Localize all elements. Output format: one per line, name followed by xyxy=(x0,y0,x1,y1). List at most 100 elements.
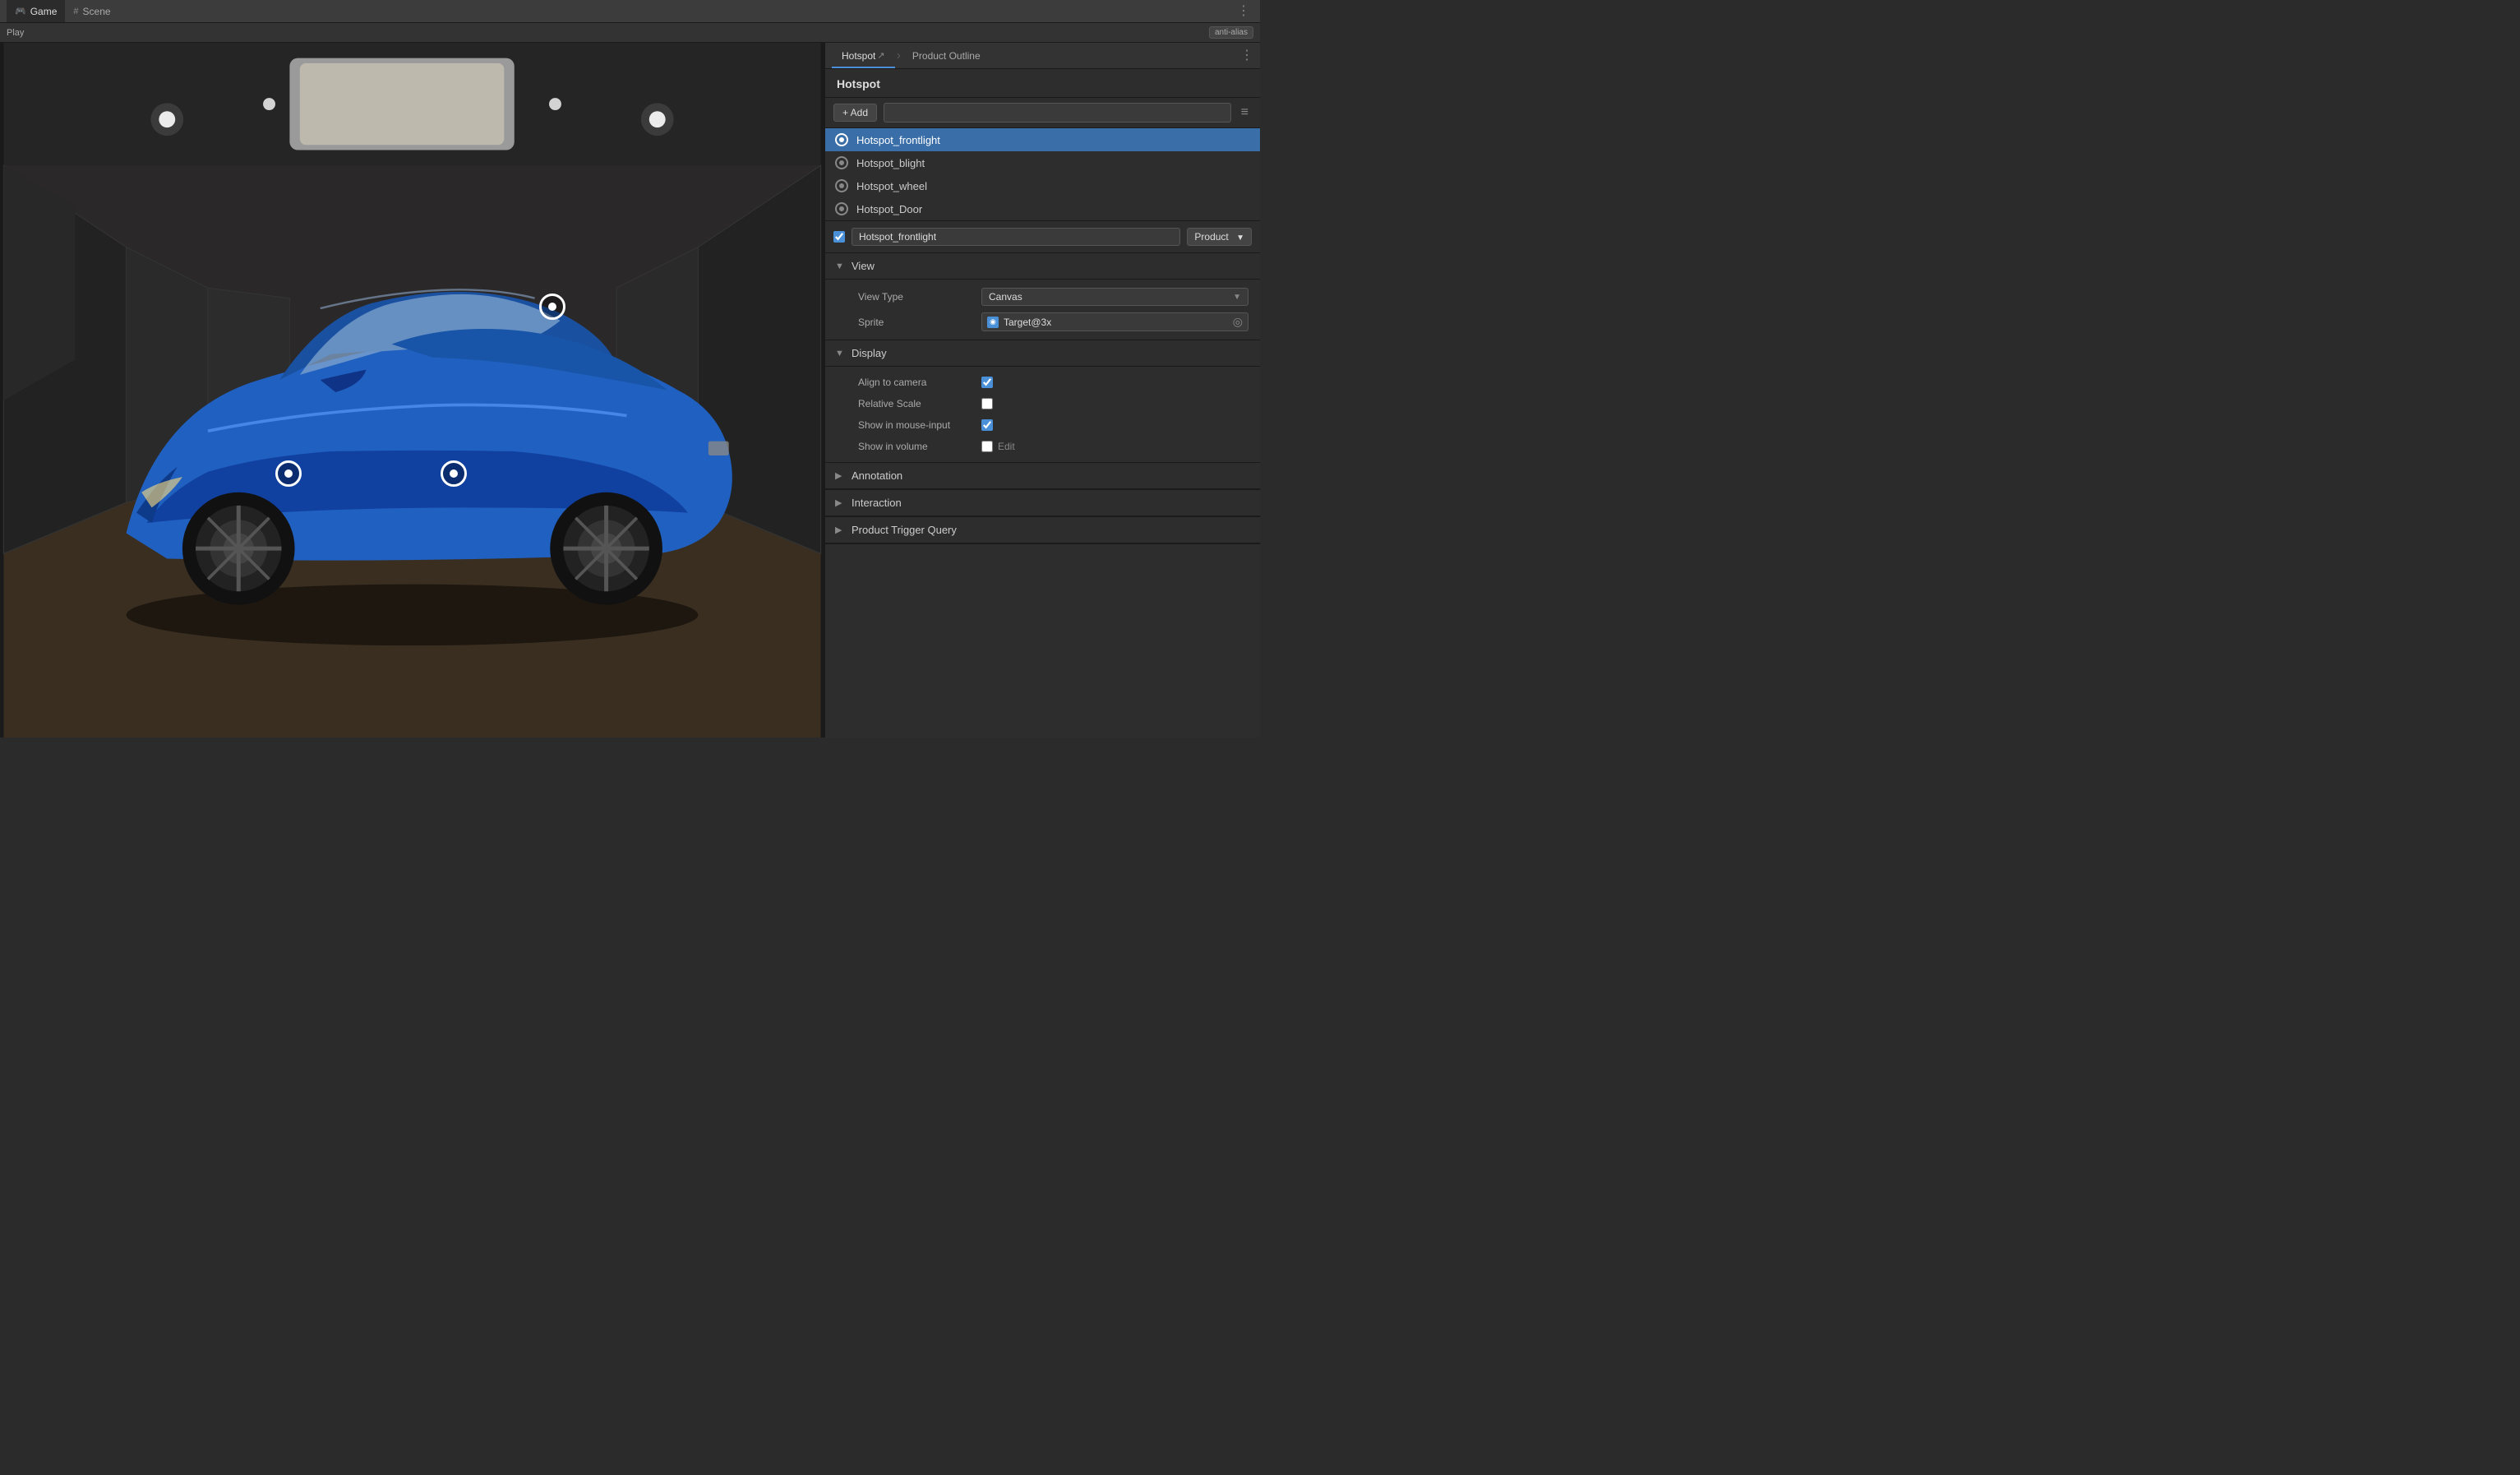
view-type-value: Canvas ▼ xyxy=(981,288,1248,306)
product-trigger-query-section-title: Product Trigger Query xyxy=(852,524,957,536)
hotspot-name-input[interactable] xyxy=(852,228,1180,246)
view-type-selected: Canvas xyxy=(989,291,1022,303)
annotation-arrow: ▶ xyxy=(835,470,845,481)
annotation-section-header[interactable]: ▶ Annotation xyxy=(825,463,1260,489)
hotspot-name-frontlight: Hotspot_frontlight xyxy=(856,134,940,146)
display-arrow: ▼ xyxy=(835,349,845,358)
display-section-title: Display xyxy=(852,347,887,359)
view-properties: View Type Canvas ▼ Sprite ◉ Target@ xyxy=(825,280,1260,340)
hotspot-name-door: Hotspot_Door xyxy=(856,203,922,215)
show-mouse-input-label: Show in mouse-input xyxy=(858,419,973,431)
tab-game-label: Game xyxy=(30,6,58,17)
relative-scale-value xyxy=(981,398,1248,409)
sub-bar: Play anti-alias xyxy=(0,23,1260,43)
top-tab-bar: 🎮 Game # Scene ⋮ xyxy=(0,0,1260,23)
product-trigger-query-section: ▶ Product Trigger Query xyxy=(825,517,1260,544)
tab-game[interactable]: 🎮 Game xyxy=(7,0,65,22)
annotation-section-title: Annotation xyxy=(852,469,902,482)
show-mouse-input-row: Show in mouse-input xyxy=(825,414,1260,436)
view-section-header[interactable]: ▼ View xyxy=(825,253,1260,280)
hotspot-item-door[interactable]: Hotspot_Door xyxy=(825,197,1260,220)
interaction-arrow: ▶ xyxy=(835,497,845,508)
view-type-arrow: ▼ xyxy=(1233,293,1241,302)
hotspot-name-blight: Hotspot_blight xyxy=(856,157,925,169)
show-volume-checkbox[interactable] xyxy=(981,441,993,452)
display-properties: Align to camera Relative Scale Show in m… xyxy=(825,367,1260,463)
align-camera-value xyxy=(981,377,1248,388)
interaction-section: ▶ Interaction xyxy=(825,490,1260,517)
relative-scale-checkbox[interactable] xyxy=(981,398,993,409)
hotspot-dot-wheel xyxy=(835,179,848,192)
display-section: ▼ Display Align to camera Relative Scale xyxy=(825,340,1260,463)
main-content: Hotspot ↗ › Product Outline ⋮ Hotspot + … xyxy=(0,43,1260,738)
relative-scale-row: Relative Scale xyxy=(825,393,1260,414)
view-section-title: View xyxy=(852,260,875,272)
show-volume-label: Show in volume xyxy=(858,441,973,452)
hotspot-item-blight[interactable]: Hotspot_blight xyxy=(825,151,1260,174)
view-section: ▼ View View Type Canvas ▼ Sprite xyxy=(825,253,1260,340)
top-bar-more-button[interactable]: ⋮ xyxy=(1234,5,1253,18)
sprite-label: Sprite xyxy=(858,317,973,328)
align-camera-row: Align to camera xyxy=(825,372,1260,393)
hotspot-dot-blight xyxy=(835,156,848,169)
tab-product-outline-label: Product Outline xyxy=(912,50,981,62)
enabled-checkbox[interactable] xyxy=(833,231,845,243)
view-type-dropdown[interactable]: Canvas ▼ xyxy=(981,288,1248,306)
interaction-section-title: Interaction xyxy=(852,497,902,509)
play-label: Play xyxy=(7,28,24,38)
right-panel-tabs: Hotspot ↗ › Product Outline ⋮ xyxy=(825,43,1260,69)
align-camera-label: Align to camera xyxy=(858,377,973,388)
show-mouse-input-checkbox[interactable] xyxy=(981,419,993,431)
type-dropdown-arrow: ▼ xyxy=(1236,234,1244,243)
tab-scene-label: Scene xyxy=(83,6,111,17)
hotspot-marker-3[interactable] xyxy=(441,460,467,487)
search-input[interactable] xyxy=(884,103,1231,123)
tab-divider: › xyxy=(897,49,901,63)
sprite-row: Sprite ◉ Target@3x ◎ xyxy=(825,309,1260,335)
interaction-section-header[interactable]: ▶ Interaction xyxy=(825,490,1260,516)
hotspot-item-wheel[interactable]: Hotspot_wheel xyxy=(825,174,1260,197)
add-button[interactable]: + Add xyxy=(833,104,877,122)
hotspot-marker-1[interactable] xyxy=(539,294,565,320)
filter-button[interactable]: ≡ xyxy=(1238,104,1252,122)
sprite-icon: ◉ xyxy=(987,317,999,328)
annotation-section: ▶ Annotation xyxy=(825,463,1260,490)
hotspot-dot-frontlight xyxy=(835,133,848,146)
panel-title: Hotspot xyxy=(825,69,1260,98)
cursor-indicator: ↗ xyxy=(877,50,884,61)
tab-scene[interactable]: # Scene xyxy=(65,0,118,22)
show-volume-value: Edit xyxy=(981,441,1248,452)
sprite-target-button[interactable]: ◎ xyxy=(1233,315,1243,329)
type-dropdown[interactable]: Product ▼ xyxy=(1187,228,1252,246)
hotspot-name-wheel: Hotspot_wheel xyxy=(856,180,927,192)
show-mouse-input-value xyxy=(981,419,1248,431)
view-type-label: View Type xyxy=(858,291,973,303)
anti-alias-badge: anti-alias xyxy=(1209,26,1253,39)
hotspot-dot-door xyxy=(835,202,848,215)
sprite-value: ◉ Target@3x ◎ xyxy=(981,312,1248,331)
right-panel: Hotspot ↗ › Product Outline ⋮ Hotspot + … xyxy=(824,43,1260,738)
edit-link[interactable]: Edit xyxy=(998,441,1015,452)
relative-scale-label: Relative Scale xyxy=(858,398,973,409)
view-type-row: View Type Canvas ▼ xyxy=(825,284,1260,309)
tab-product-outline[interactable]: Product Outline xyxy=(902,43,990,68)
align-camera-checkbox[interactable] xyxy=(981,377,993,388)
scene-icon: # xyxy=(73,7,78,16)
hotspot-list: Hotspot_frontlight Hotspot_blight Hotspo… xyxy=(825,128,1260,221)
tab-hotspot[interactable]: Hotspot ↗ xyxy=(832,43,895,68)
right-panel-more-button[interactable]: ⋮ xyxy=(1240,49,1253,62)
hotspot-toolbar: + Add ≡ xyxy=(825,98,1260,128)
sprite-field[interactable]: ◉ Target@3x ◎ xyxy=(981,312,1248,331)
inspector-name-row: Product ▼ xyxy=(825,221,1260,253)
display-section-header[interactable]: ▼ Display xyxy=(825,340,1260,367)
sprite-name: Target@3x xyxy=(1004,317,1228,328)
hotspot-item-frontlight[interactable]: Hotspot_frontlight xyxy=(825,128,1260,151)
product-trigger-query-arrow: ▶ xyxy=(835,525,845,535)
hotspot-marker-2[interactable] xyxy=(275,460,302,487)
show-volume-row: Show in volume Edit xyxy=(825,436,1260,457)
view-arrow: ▼ xyxy=(835,261,845,271)
type-dropdown-label: Product xyxy=(1194,231,1228,243)
scene-view xyxy=(0,43,824,738)
tab-hotspot-label: Hotspot xyxy=(842,50,875,62)
product-trigger-query-section-header[interactable]: ▶ Product Trigger Query xyxy=(825,517,1260,543)
